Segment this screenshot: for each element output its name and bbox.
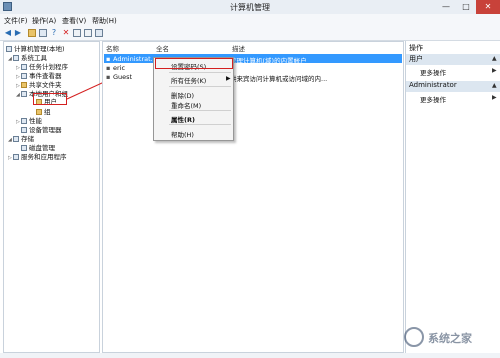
user-icon: ▪ — [106, 64, 111, 72]
users-icon — [21, 91, 27, 97]
menu-item-rename[interactable]: 重命名(M) — [171, 100, 201, 110]
column-header-fullname[interactable]: 全名 — [156, 43, 169, 53]
menu-separator — [169, 72, 231, 73]
menu-item-all-tasks[interactable]: 所有任务(K) — [171, 75, 206, 85]
submenu-arrow-icon[interactable]: ▶ — [492, 94, 497, 101]
menu-item-delete[interactable]: 删除(D) — [171, 90, 194, 100]
menu-separator — [169, 124, 231, 125]
watermark-logo: 系统之家 — [404, 326, 498, 348]
view-icon[interactable] — [95, 29, 103, 37]
users-list-pane — [102, 41, 404, 353]
user-icon: ▪ — [106, 55, 111, 63]
menu-item-properties[interactable]: 属性(R) — [171, 114, 195, 124]
more-actions-users[interactable]: 更多操作 — [420, 67, 446, 77]
close-button[interactable]: ✕ — [476, 0, 500, 14]
computer-management-window: 计算机管理 — □ ✕ 文件(F) 操作(A) 查看(V) 帮助(H) ◀ ▶ … — [0, 0, 500, 358]
more-actions-administrator[interactable]: 更多操作 — [420, 94, 446, 104]
menu-item-help[interactable]: 帮助(H) — [171, 129, 194, 139]
storage-icon — [13, 136, 19, 142]
delete-icon[interactable]: ✕ — [62, 29, 70, 37]
menu-bar: 文件(F) 操作(A) 查看(V) 帮助(H) — [0, 14, 500, 26]
menu-help[interactable]: 帮助(H) — [92, 16, 117, 26]
actions-section-administrator[interactable]: Administrator — [406, 81, 500, 92]
column-header-description[interactable]: 描述 — [232, 43, 245, 53]
user-row-administrator[interactable]: ▪ Administrat... 管理计算机(域)的内置帐户 — [104, 54, 402, 65]
actions-title: 操作 — [409, 44, 423, 52]
window-title: 计算机管理 — [230, 3, 270, 12]
status-bar — [0, 353, 500, 358]
actions-section-users[interactable]: 用户 — [406, 54, 500, 65]
title-bar: 计算机管理 — □ ✕ — [0, 0, 500, 15]
properties-icon[interactable] — [73, 29, 81, 37]
menu-action[interactable]: 操作(A) — [32, 16, 56, 26]
collapse-arrow-icon[interactable]: ▲ — [492, 82, 497, 89]
forward-arrow-icon[interactable]: ▶ — [14, 29, 22, 37]
export-icon[interactable] — [84, 29, 92, 37]
submenu-arrow-icon[interactable]: ▶ — [492, 67, 497, 74]
user-row-guest[interactable]: ▪ Guest 供来宾访问计算机或访问域的内... — [104, 72, 402, 83]
watermark-text: 系统之家 — [428, 332, 472, 345]
user-row-eric[interactable]: ▪ eric — [104, 63, 402, 72]
column-header-name[interactable]: 名称 — [106, 43, 119, 53]
menu-separator — [169, 86, 231, 87]
tree-item-services-apps[interactable]: ▷ 服务和应用程序 — [8, 151, 67, 161]
menu-view[interactable]: 查看(V) — [62, 16, 86, 26]
user-icon: ▪ — [106, 73, 111, 81]
menu-separator — [169, 110, 231, 111]
services-icon — [13, 154, 19, 160]
maximize-button[interactable]: □ — [456, 0, 476, 14]
help-icon[interactable]: ? — [50, 29, 58, 37]
context-menu: 设置密码(S)... 所有任务(K) ▶ 删除(D) 重命名(M) 属性(R) … — [153, 57, 234, 141]
toolbar: ◀ ▶ ? ✕ — [0, 26, 500, 41]
set-password-highlight-box — [155, 58, 233, 69]
watermark-icon — [404, 327, 424, 347]
menu-file[interactable]: 文件(F) — [4, 16, 28, 26]
collapse-arrow-icon[interactable]: ▲ — [492, 55, 497, 62]
folder-icon[interactable] — [28, 29, 36, 37]
users-highlight-box — [33, 93, 67, 105]
list-icon[interactable] — [39, 29, 47, 37]
back-arrow-icon[interactable]: ◀ — [4, 29, 12, 37]
submenu-arrow-icon: ▶ — [226, 75, 231, 82]
minimize-button[interactable]: — — [436, 0, 456, 14]
